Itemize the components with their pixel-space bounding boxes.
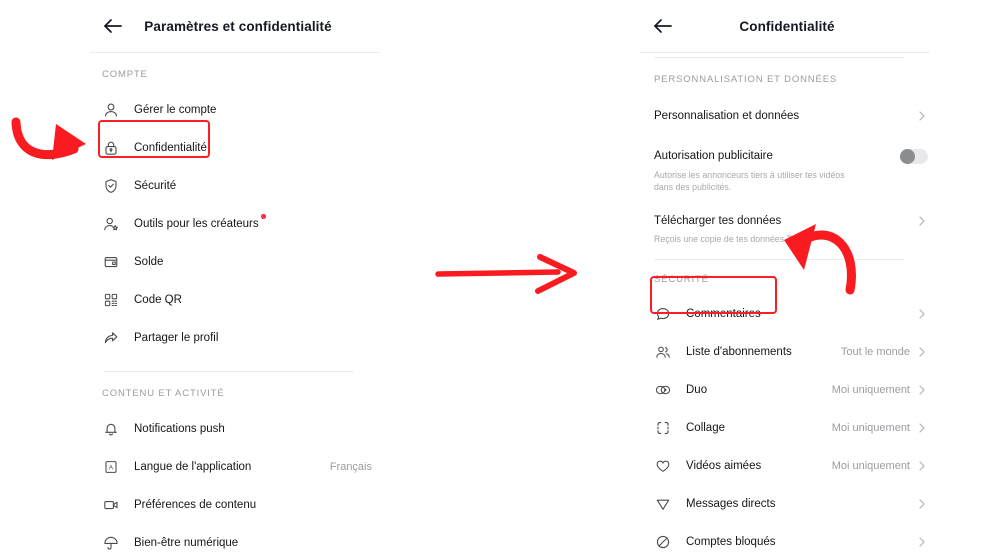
chevron-right-icon xyxy=(916,346,928,358)
settings-row-gerer-le-compte[interactable]: Gérer le compte xyxy=(90,91,380,129)
svg-text:A: A xyxy=(109,465,114,472)
back-arrow-icon[interactable] xyxy=(652,15,674,37)
person-star-icon xyxy=(102,215,120,233)
settings-row-label: Confidentialité xyxy=(134,142,207,154)
annotation-arrow-left xyxy=(11,117,86,160)
chevron-right-icon xyxy=(916,110,928,122)
privacy-row-label: Collage xyxy=(686,422,725,434)
privacy-panel: Confidentialité PERSONNALISATION ET DONN… xyxy=(640,0,930,560)
privacy-row-title: Télécharger tes données xyxy=(654,215,782,227)
video-icon xyxy=(102,496,120,514)
heart-icon xyxy=(654,457,672,475)
shield-check-icon xyxy=(102,177,120,195)
privacy-row-personnalisation-donnees[interactable]: Personnalisation et données xyxy=(640,97,930,135)
privacy-row-subtitle: Reçois une copie de tes données TikTok xyxy=(654,234,812,244)
privacy-row-label: Duo xyxy=(686,384,708,396)
back-arrow-icon[interactable] xyxy=(102,15,124,37)
section-label-personnalisation: PERSONNALISATION ET DONNÉES xyxy=(654,74,838,85)
lock-icon xyxy=(102,139,120,157)
privacy-row-title: Autorisation publicitaire xyxy=(654,150,773,162)
settings-row-bien-etre-numerique[interactable]: Bien-être numérique xyxy=(90,524,380,560)
chevron-right-icon xyxy=(916,498,928,510)
privacy-row-label: Messages directs xyxy=(686,498,776,510)
section-label-compte: COMPTE xyxy=(102,69,148,80)
bell-icon xyxy=(102,420,120,438)
page-title: Confidentialité xyxy=(739,18,835,34)
chevron-right-icon xyxy=(916,384,928,396)
privacy-row-liste-abonnements[interactable]: Liste d'abonnements Tout le monde xyxy=(640,333,930,371)
person-icon xyxy=(102,101,120,119)
privacy-row-label: Commentaires xyxy=(686,308,761,320)
people-icon xyxy=(654,343,672,361)
privacy-row-subtitle: Autorise les annonceurs tiers à utiliser… xyxy=(654,170,845,192)
settings-row-label: Langue de l'application xyxy=(134,461,252,473)
settings-row-label: Gérer le compte xyxy=(134,104,217,116)
settings-row-label: Préférences de contenu xyxy=(134,499,257,511)
section-label-securite: SÉCURITÉ xyxy=(654,274,709,285)
privacy-row-value: Moi uniquement xyxy=(831,422,910,434)
privacy-row-videos-aimees[interactable]: Vidéos aimées Moi uniquement xyxy=(640,447,930,485)
settings-row-solde[interactable]: Solde xyxy=(90,243,380,281)
ad-authorization-toggle[interactable] xyxy=(900,148,928,164)
settings-row-label: Bien-être numérique xyxy=(134,537,239,549)
screenshot-stage: Paramètres et confidentialité COMPTE Gér… xyxy=(0,0,1000,560)
settings-row-langue-application[interactable]: A Langue de l'application Français xyxy=(90,448,380,486)
right-panel-header: Confidentialité xyxy=(640,0,930,52)
privacy-row-duo[interactable]: Duo Moi uniquement xyxy=(640,371,930,409)
settings-panel: Paramètres et confidentialité COMPTE Gér… xyxy=(90,0,380,560)
chevron-right-icon xyxy=(916,308,928,320)
settings-row-partager-profil[interactable]: Partager le profil xyxy=(90,319,380,357)
section-label-contenu-activite: CONTENU ET ACTIVITÉ xyxy=(102,388,225,399)
language-icon: A xyxy=(102,458,120,476)
privacy-row-title: Personnalisation et données xyxy=(654,110,800,122)
privacy-row-messages-directs[interactable]: Messages directs xyxy=(640,485,930,523)
umbrella-icon xyxy=(102,534,120,552)
settings-row-code-qr[interactable]: Code QR xyxy=(90,281,380,319)
privacy-row-label: Vidéos aimées xyxy=(686,460,762,472)
share-icon xyxy=(102,329,120,347)
settings-row-label: Solde xyxy=(134,256,164,268)
privacy-row-value: Moi uniquement xyxy=(831,384,910,396)
settings-row-label: Code QR xyxy=(134,294,182,306)
paper-plane-icon xyxy=(654,495,672,513)
privacy-row-autorisation-publicitaire[interactable]: Autorisation publicitaire xyxy=(640,144,930,168)
settings-row-notifications-push[interactable]: Notifications push xyxy=(90,410,380,448)
privacy-row-commentaires[interactable]: Commentaires xyxy=(640,295,930,333)
duet-icon xyxy=(654,381,672,399)
privacy-row-value: Moi uniquement xyxy=(831,460,910,472)
annotation-arrow-middle xyxy=(435,254,577,294)
settings-row-outils-createurs[interactable]: Outils pour les créateurs xyxy=(90,205,380,243)
chevron-right-icon xyxy=(916,536,928,548)
settings-row-securite[interactable]: Sécurité xyxy=(90,167,380,205)
settings-row-confidentialite[interactable]: Confidentialité xyxy=(90,129,380,167)
privacy-row-label: Liste d'abonnements xyxy=(686,346,792,358)
settings-row-preferences-contenu[interactable]: Préférences de contenu xyxy=(90,486,380,524)
qr-code-icon xyxy=(102,291,120,309)
left-panel-header: Paramètres et confidentialité xyxy=(90,0,380,52)
privacy-row-collage[interactable]: Collage Moi uniquement xyxy=(640,409,930,447)
wallet-icon xyxy=(102,253,120,271)
privacy-row-comptes-bloques[interactable]: Comptes bloqués xyxy=(640,523,930,560)
stitch-icon xyxy=(654,419,672,437)
settings-row-label: Notifications push xyxy=(134,423,225,435)
privacy-row-value: Tout le monde xyxy=(840,346,910,358)
block-icon xyxy=(654,533,672,551)
settings-row-label: Sécurité xyxy=(134,180,177,192)
privacy-row-label: Comptes bloqués xyxy=(686,536,776,548)
chevron-right-icon xyxy=(916,460,928,472)
notification-dot-badge xyxy=(261,214,266,219)
settings-row-label: Partager le profil xyxy=(134,332,219,344)
page-title: Paramètres et confidentialité xyxy=(144,18,332,34)
privacy-row-telecharger-donnees[interactable]: Télécharger tes données xyxy=(640,210,930,232)
settings-row-value: Français xyxy=(329,461,372,473)
chevron-right-icon xyxy=(916,215,928,227)
settings-row-label: Outils pour les créateurs xyxy=(134,214,266,230)
comment-icon xyxy=(654,305,672,323)
toggle-knob xyxy=(900,148,915,164)
chevron-right-icon xyxy=(916,422,928,434)
